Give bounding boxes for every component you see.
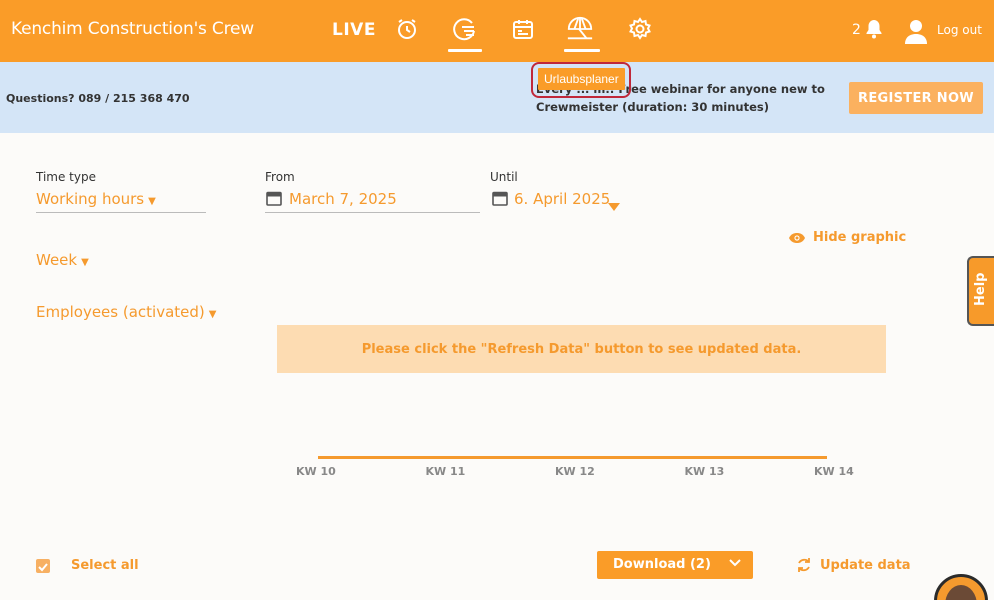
x-tick-label: KW 14 <box>814 465 854 478</box>
help-tab[interactable]: Help <box>967 256 994 326</box>
time-type-value: Working hours <box>36 190 145 208</box>
caret-down-icon: ▼ <box>81 257 89 268</box>
alarm-clock-icon[interactable] <box>393 15 421 43</box>
x-tick-label: KW 10 <box>296 465 336 478</box>
logout-link[interactable]: Log out <box>937 23 982 37</box>
time-type-underline <box>36 212 206 213</box>
caret-down-icon: ▼ <box>208 309 217 320</box>
nav-live[interactable]: LIVE <box>332 20 376 40</box>
update-data-button[interactable]: Update data <box>796 557 911 573</box>
from-date-input[interactable]: March 7, 2025 <box>289 190 397 208</box>
employees-value: Employees (activated) <box>36 303 205 321</box>
employees-select[interactable]: Employees (activated) ▼ <box>36 303 216 321</box>
calendar-icon[interactable] <box>266 190 282 206</box>
select-all-label[interactable]: Select all <box>71 558 139 573</box>
calendar-icon[interactable] <box>509 15 537 43</box>
chevron-down-icon <box>729 559 741 567</box>
download-label: Download (2) <box>613 557 711 572</box>
from-underline <box>265 212 480 213</box>
download-button[interactable]: Download (2) <box>597 551 753 579</box>
notification-count[interactable]: 2 <box>852 22 861 38</box>
period-select[interactable]: Week ▼ <box>36 251 89 269</box>
from-label: From <box>265 170 295 184</box>
user-icon[interactable] <box>904 18 928 48</box>
x-tick-label: KW 12 <box>555 465 595 478</box>
hide-graphic-label: Hide graphic <box>813 230 907 245</box>
nav-underline-vacation <box>564 49 600 52</box>
until-date-input[interactable]: 6. April 2025 <box>514 190 610 208</box>
checkmark-icon <box>38 563 48 572</box>
x-tick-label: KW 13 <box>684 465 725 478</box>
x-tick-label: KW 11 <box>425 465 466 478</box>
vacation-icon[interactable] <box>566 15 594 43</box>
gear-icon[interactable] <box>626 15 654 43</box>
refresh-icon <box>798 558 810 572</box>
info-banner: Questions? 089 / 215 368 470 Every ... m… <box>0 62 994 133</box>
bell-icon[interactable] <box>865 19 883 43</box>
until-dropdown-icon[interactable] <box>608 196 620 215</box>
brand-name[interactable]: Kenchim Construction's Crew <box>11 19 254 39</box>
time-type-label: Time type <box>36 170 96 184</box>
period-value: Week <box>36 251 78 269</box>
support-avatar[interactable] <box>934 574 988 600</box>
time-type-select[interactable]: Working hours ▼ <box>36 190 156 208</box>
tooltip-highlight <box>531 62 631 98</box>
calendar-icon[interactable] <box>492 190 508 206</box>
avatar-face <box>945 585 977 600</box>
eye-icon <box>789 232 805 243</box>
top-bar: Kenchim Construction's Crew LIVE 2 Log o… <box>0 0 994 62</box>
hide-graphic-button[interactable]: Hide graphic <box>788 230 906 245</box>
caret-down-icon: ▼ <box>148 196 156 207</box>
nav-underline-timesheet <box>448 49 482 52</box>
register-now-button[interactable]: REGISTER NOW <box>849 82 983 114</box>
update-data-label: Update data <box>820 557 911 573</box>
select-all-checkbox[interactable] <box>36 559 50 573</box>
support-phone: Questions? 089 / 215 368 470 <box>6 92 190 105</box>
refresh-notice: Please click the "Refresh Data" button t… <box>277 325 886 373</box>
timesheet-icon[interactable] <box>450 15 478 43</box>
until-label: Until <box>490 170 518 184</box>
help-label: Help <box>973 272 988 306</box>
chart-axis-line <box>318 456 827 459</box>
